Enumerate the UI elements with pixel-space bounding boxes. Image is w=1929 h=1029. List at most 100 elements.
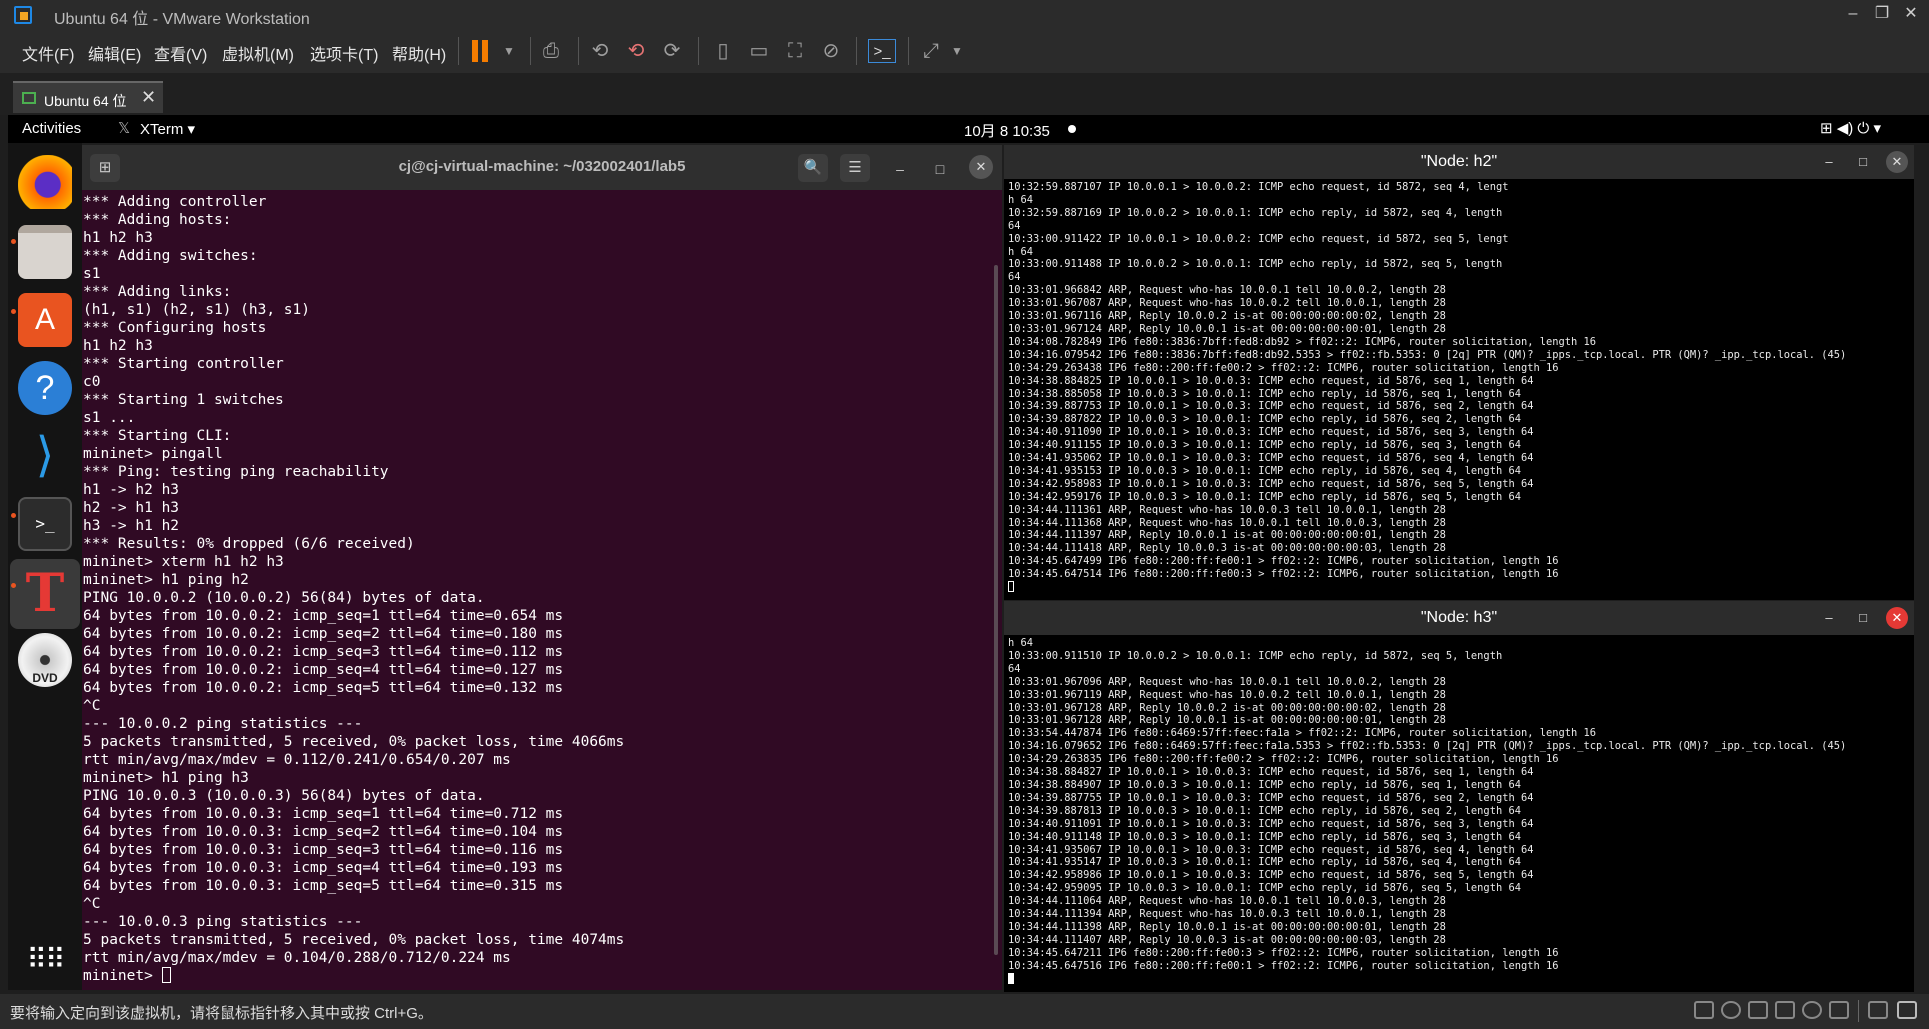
xterm-line: 10:34:40.911155 IP 10.0.0.3 > 10.0.0.1: … [1008,439,1521,452]
xterm-line: 10:34:45.647211 IP6 fe80::200:ff:fe00:3 … [1008,946,1559,959]
revert-snapshot-icon[interactable]: ⟲ [623,39,649,63]
menu-file[interactable]: 文件(F) [22,41,74,65]
vmware-titlebar: Ubuntu 64 位 - VMware Workstation – ❐ ✕ [0,0,1929,29]
minimize-button[interactable]: – [1818,607,1840,629]
xterm-line: 10:33:01.967128 ARP, Reply 10.0.0.2 is-a… [1008,701,1446,714]
menu-vm[interactable]: 虚拟机(M) [222,41,294,65]
fullscreen-icon[interactable]: ⛶ [782,39,808,63]
xterm-h2-titlebar: "Node: h2" – □ ✕ [1004,145,1914,179]
xterm-line: h 64 [1008,637,1034,649]
console-view-icon[interactable]: >_ [868,39,896,63]
message-log-icon[interactable] [1868,1001,1888,1019]
xterm-line: 10:34:39.887813 IP 10.0.0.3 > 10.0.0.1: … [1008,804,1521,817]
close-button[interactable]: ✕ [969,155,993,179]
xterm-line: 10:34:42.958983 IP 10.0.0.1 > 10.0.0.3: … [1008,477,1534,490]
terminal-line: --- 10.0.0.2 ping statistics --- [83,716,363,732]
terminal-line: ^C [83,698,101,714]
terminal-output[interactable]: *** Adding controller *** Adding hosts: h1… [82,190,1002,990]
close-button[interactable]: ✕ [1896,3,1926,25]
help-icon[interactable]: ? [18,361,72,415]
vscode-icon[interactable]: ⟩ [18,429,72,483]
terminal-line: 5 packets transmitted, 5 received, 0% pa… [83,932,625,948]
xterm-line: 10:33:00.911510 IP 10.0.0.2 > 10.0.0.1: … [1008,649,1503,662]
hamburger-menu-button[interactable]: ☰ [840,154,870,182]
minimize-button[interactable]: – [889,158,911,180]
xterm-line: 10:33:01.967128 ARP, Reply 10.0.0.1 is-a… [1008,714,1446,727]
clock[interactable]: 10月 8 10:35 [964,120,1050,141]
tab-ubuntu[interactable]: Ubuntu 64 位 ✕ [13,81,163,113]
xterm-line: 10:33:54.447874 IP6 fe80::6469:57ff:feec… [1008,727,1597,740]
notification-dot-icon [1068,125,1076,133]
xterm-h2-output[interactable]: 10:32:59.887107 IP 10.0.0.1 > 10.0.0.2: … [1006,181,1912,598]
toolbar-separator [530,37,531,65]
xterm-line: 10:34:44.111397 ARP, Reply 10.0.0.1 is-a… [1008,529,1446,542]
xterm-h3-title: "Node: h3" [1420,609,1498,626]
app-menu[interactable]: XTerm ▾ [140,120,195,138]
send-keys-icon[interactable]: ⎙ [538,39,564,63]
xterm-h2-lines: 10:32:59.887107 IP 10.0.0.1 > 10.0.0.2: … [1008,181,1910,581]
xterm-line: 10:34:16.079652 IP6 fe80::6469:57ff:feec… [1008,740,1847,753]
scrollbar[interactable] [994,265,998,955]
activities-button[interactable]: Activities [22,120,81,137]
dvd-icon[interactable]: DVD [18,633,72,687]
printer-icon[interactable] [1775,1001,1795,1019]
system-indicators[interactable]: ⊞ ◀) ⏻ ▾ [1820,119,1881,137]
text-cursor [161,967,171,983]
firefox-icon[interactable] [18,155,72,209]
tab-close-icon[interactable]: ✕ [141,87,156,108]
apps-grid-icon[interactable]: ⠿⠿ [18,933,72,987]
vmware-statusbar: 要将输入定向到该虚拟机，请将鼠标指针移入其中或按 Ctrl+G。 [0,994,1929,1029]
snapshot-manager-icon[interactable]: ⟳ [659,39,685,63]
menu-tabs[interactable]: 选项卡(T) [310,41,378,65]
minimize-button[interactable]: – [1818,151,1840,173]
xterm-line: 10:34:45.647516 IP6 fe80::200:ff:fe00:1 … [1008,959,1559,972]
xterm-h3-output[interactable]: h 64 10:33:00.911510 IP 10.0.0.2 > 10.0.0… [1006,637,1912,990]
maximize-button[interactable]: □ [1852,607,1874,629]
terminal-line: 64 bytes from 10.0.0.2: icmp_seq=5 ttl=6… [83,680,564,696]
display-icon[interactable] [1829,1001,1849,1019]
menu-help[interactable]: 帮助(H) [392,41,446,65]
terminal-line: ^C [83,896,101,912]
terminal-line: *** Adding controller [83,194,267,210]
xterm-line: 10:34:42.959095 IP 10.0.0.3 > 10.0.0.1: … [1008,882,1521,895]
close-button[interactable]: ✕ [1886,151,1908,173]
menu-edit[interactable]: 编辑(E) [88,41,141,65]
chevron-down-icon[interactable]: ▼ [944,39,970,63]
xterm-h3-lines: h 64 10:33:00.911510 IP 10.0.0.2 > 10.0.0… [1008,637,1910,973]
restore-button[interactable]: ❐ [1867,3,1897,25]
software-icon[interactable]: A [18,293,72,347]
xterm-line: 10:34:44.111064 ARP, Request who-has 10.… [1008,895,1446,908]
search-button[interactable]: 🔍 [798,154,828,182]
cd-dvd-icon[interactable] [1721,1001,1741,1019]
unity-icon[interactable]: ⊘ [818,39,844,63]
terminal-line: mininet> xterm h1 h2 h3 [83,554,284,570]
running-indicator [11,513,16,518]
tab-label: Ubuntu 64 位 [44,93,127,109]
pause-icon[interactable] [470,40,490,62]
xterm-line: 10:34:42.958986 IP 10.0.0.1 > 10.0.0.3: … [1008,869,1534,882]
xterm-line: 10:34:44.111394 ARP, Request who-has 10.… [1008,908,1446,921]
terminal-lines: *** Adding controller *** Adding hosts: h1… [83,193,1001,967]
status-message: 要将输入定向到该虚拟机，请将鼠标指针移入其中或按 Ctrl+G。 [10,1005,433,1022]
maximize-button[interactable]: □ [1852,151,1874,173]
chevron-down-icon[interactable]: ▼ [496,39,522,63]
running-indicator [11,583,16,588]
minimize-button[interactable]: – [1838,3,1868,25]
snapshot-icon[interactable]: ⟲ [587,39,613,63]
library-icon[interactable]: ▯ [710,39,736,63]
sound-card-icon[interactable] [1802,1001,1822,1019]
close-button[interactable]: ✕ [1886,607,1908,629]
window-title: Ubuntu 64 位 - VMware Workstation [54,11,310,28]
terminal-line: c0 [83,374,101,390]
stretch-icon[interactable]: ⤢ [918,39,944,63]
menu-view[interactable]: 查看(V) [154,41,207,65]
thumbnail-icon[interactable]: ▭ [746,39,772,63]
terminal-icon[interactable]: >_ [18,497,72,551]
files-icon[interactable] [18,225,72,279]
xterm-line: 10:34:40.911090 IP 10.0.0.1 > 10.0.0.3: … [1008,426,1534,439]
xterm-icon[interactable]: T [18,565,72,623]
network-adapter-icon[interactable] [1748,1001,1768,1019]
expand-icon[interactable] [1897,1001,1917,1019]
hard-disk-icon[interactable] [1694,1001,1714,1019]
maximize-button[interactable]: □ [929,158,951,180]
